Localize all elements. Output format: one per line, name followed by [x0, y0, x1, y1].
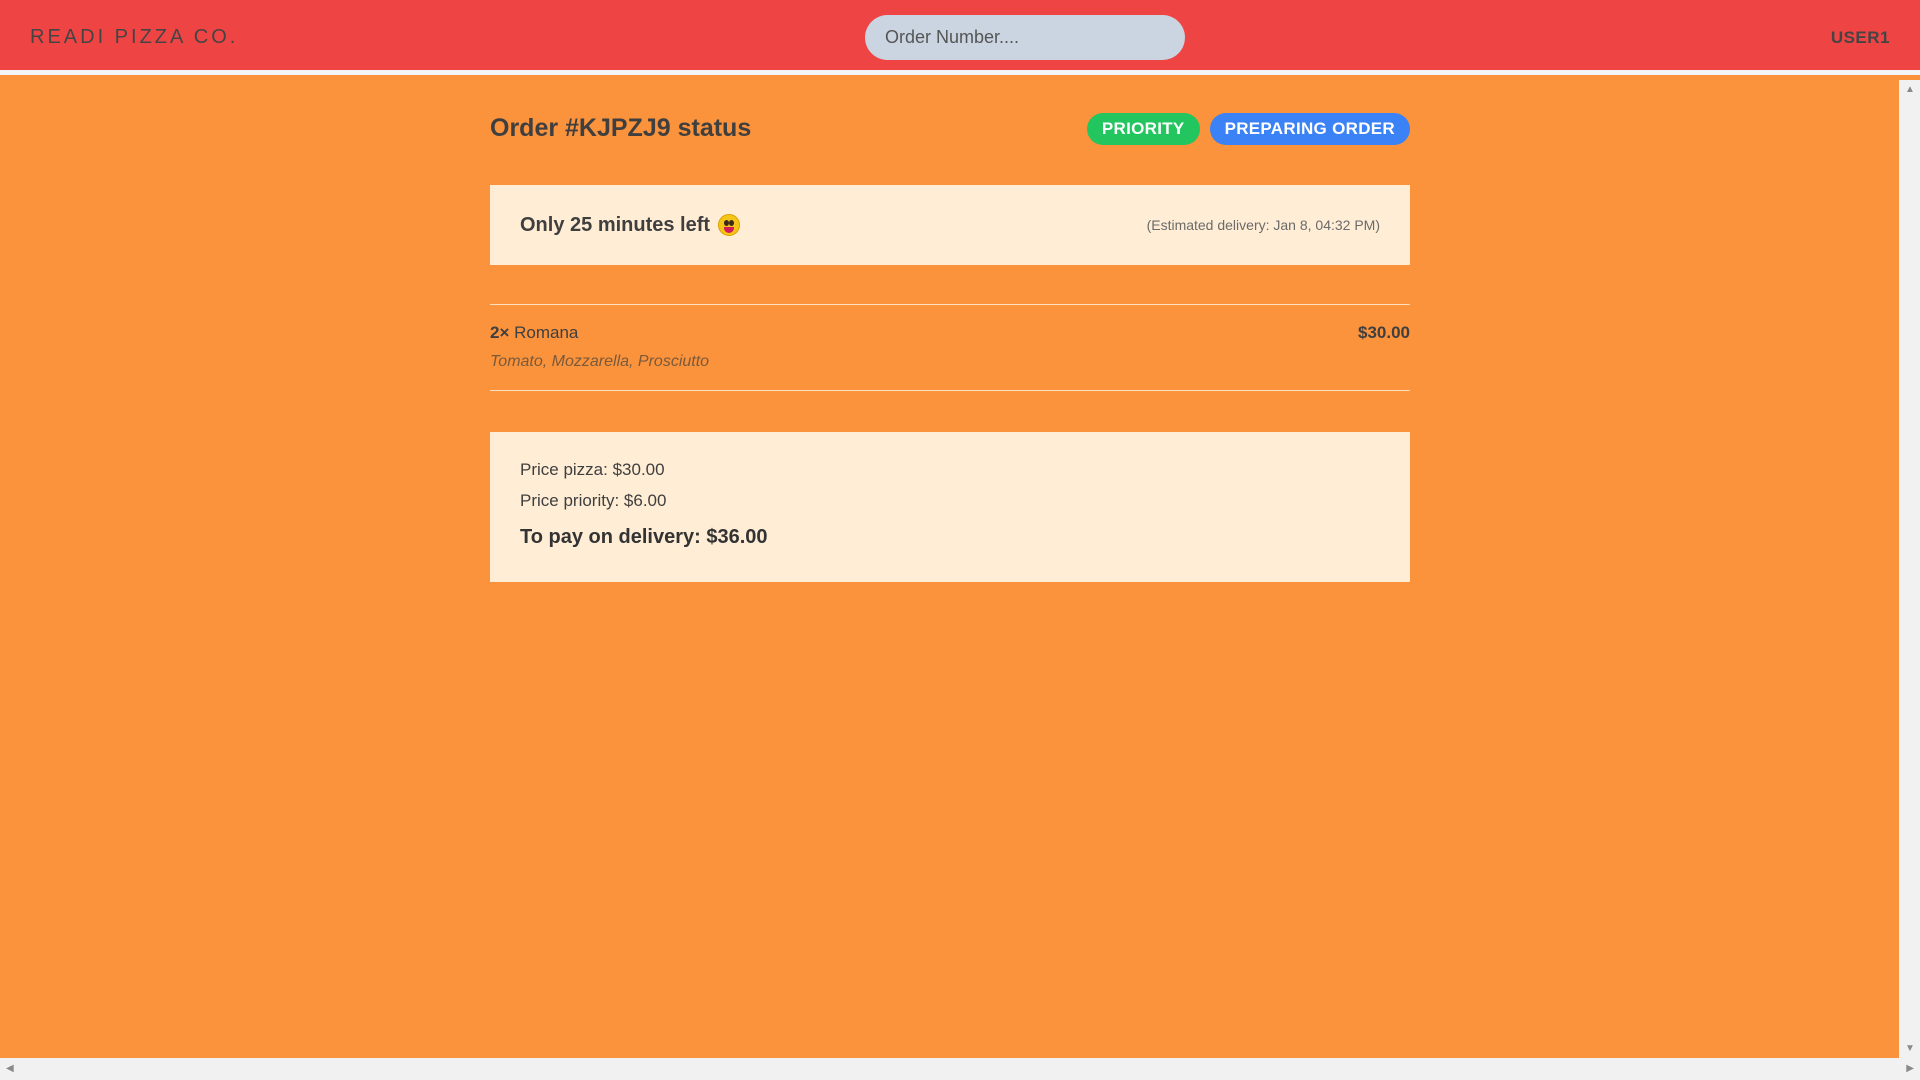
list-item: 2× Romana $30.00	[490, 323, 1410, 343]
scroll-right-arrow-icon[interactable]: ▶	[1906, 1063, 1914, 1074]
logo-link[interactable]: READI PIZZA CO.	[30, 26, 238, 49]
time-left-text: Only 25 minutes left	[520, 213, 711, 236]
order-badges: PRIORITY PREPARING ORDER	[1086, 113, 1410, 145]
item-ingredients: Tomato, Mozzarella, Prosciutto	[490, 353, 710, 370]
order-title: Order #KJPZJ9 status	[490, 114, 752, 142]
item-name-line: 2× Romana	[490, 323, 578, 343]
user-name: USER1	[1830, 28, 1890, 47]
app-header: READI PIZZA CO. USER1	[0, 0, 1920, 75]
order-search-input[interactable]	[865, 15, 1185, 60]
status-badge: PREPARING ORDER	[1209, 113, 1410, 145]
item-quantity: 2×	[490, 323, 510, 342]
main-content: Order #KJPZJ9 status PRIORITY PREPARING …	[0, 80, 1899, 1058]
price-priority: Price priority: $6.00	[520, 491, 667, 510]
item-name: Romana	[514, 323, 579, 342]
item-price: $30.00	[1358, 323, 1410, 342]
scroll-up-arrow-icon[interactable]: ▲	[1905, 84, 1915, 95]
time-left: Only 25 minutes left	[520, 213, 741, 237]
price-summary: Price pizza: $30.00 Price priority: $6.0…	[490, 432, 1410, 582]
priority-badge: PRIORITY	[1086, 113, 1200, 145]
grinning-tongue-emoji-icon	[718, 214, 741, 236]
order-items-list: 2× Romana $30.00 Tomato, Mozzarella, Pro…	[490, 304, 1410, 391]
scroll-left-arrow-icon[interactable]: ◀	[6, 1063, 14, 1074]
scroll-down-arrow-icon[interactable]: ▼	[1905, 1043, 1915, 1054]
total-price: To pay on delivery: $36.00	[520, 526, 768, 548]
delivery-time-box: Only 25 minutes left (Estimated delivery…	[490, 185, 1410, 265]
horizontal-scrollbar[interactable]: ◀ ▶	[0, 1058, 1920, 1080]
vertical-scrollbar[interactable]: ▲ ▼	[1899, 80, 1920, 1058]
price-pizza: Price pizza: $30.00	[520, 460, 665, 479]
estimated-delivery: (Estimated delivery: Jan 8, 04:32 PM)	[1146, 217, 1380, 233]
